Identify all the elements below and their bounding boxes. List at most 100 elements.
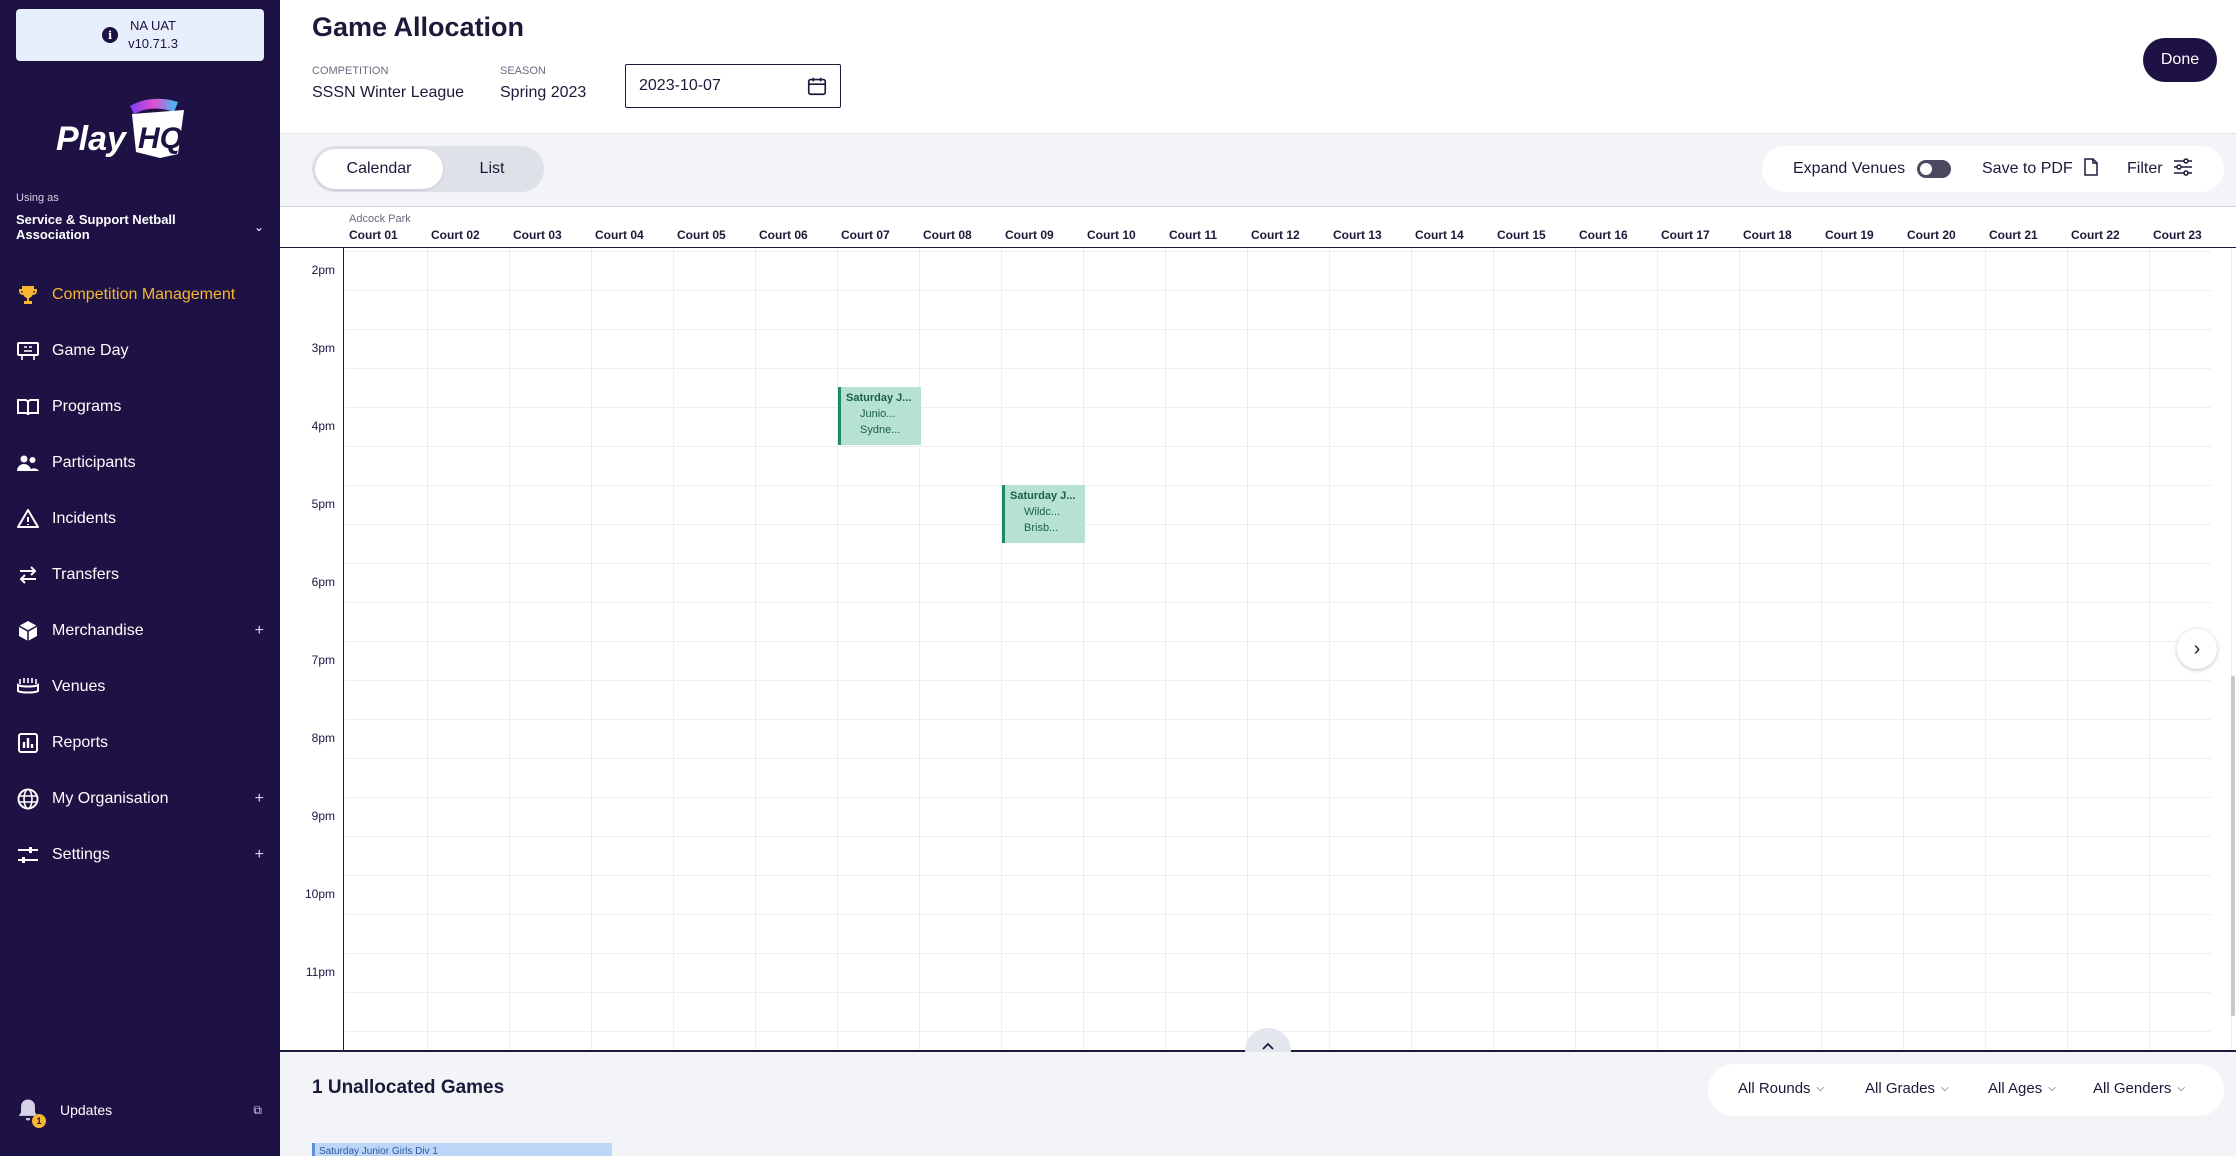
- expand-icon[interactable]: +: [255, 846, 264, 864]
- court-column-header: Court 10: [1087, 228, 1136, 242]
- court-column-header: Court 01: [349, 228, 398, 242]
- grid-column-line: [1985, 248, 1986, 1051]
- sidebar-item-competition-management[interactable]: Competition Management: [0, 275, 280, 315]
- calendar-icon[interactable]: [806, 75, 828, 97]
- save-to-pdf-button[interactable]: Save to PDF: [1982, 157, 2099, 181]
- ages-filter[interactable]: All Ages ⌵: [1988, 1080, 2056, 1097]
- game-event-team: Wildc...: [1024, 504, 1081, 520]
- season-value: Spring 2023: [500, 84, 587, 101]
- environment-badge: i NA UAT v10.71.3: [16, 9, 264, 61]
- sidebar-item-transfers[interactable]: Transfers: [0, 555, 280, 595]
- sidebar-item-venues[interactable]: Venues: [0, 667, 280, 707]
- svg-text:HQ: HQ: [138, 122, 183, 155]
- done-button[interactable]: Done: [2143, 38, 2217, 82]
- scoreboard-icon: [13, 339, 43, 363]
- expand-icon[interactable]: +: [255, 790, 264, 808]
- court-column-header: Court 05: [677, 228, 726, 242]
- sidebar-item-game-day[interactable]: Game Day: [0, 331, 280, 371]
- chevron-down-icon: ⌵: [2177, 1083, 2185, 1094]
- tab-calendar[interactable]: Calendar: [315, 149, 443, 189]
- expand-venues-toggle[interactable]: Expand Venues: [1793, 160, 1952, 178]
- info-icon: i: [102, 27, 119, 43]
- grid-column-line: [509, 248, 510, 1051]
- sidebar-item-my-organisation[interactable]: My Organisation +: [0, 779, 280, 819]
- sidebar-item-merchandise[interactable]: Merchandise +: [0, 611, 280, 651]
- grid-column-line: [591, 248, 592, 1051]
- filter-label: Filter: [2127, 160, 2163, 177]
- competition-value: SSSN Winter League: [312, 84, 465, 101]
- grid-column-line: [1411, 248, 1412, 1051]
- grades-filter[interactable]: All Grades ⌵: [1865, 1080, 1949, 1097]
- date-picker-input[interactable]: 2023-10-07: [625, 64, 841, 108]
- sidebar-item-label: Settings: [52, 846, 110, 863]
- grid-column-line: [1903, 248, 1904, 1051]
- scrollbar[interactable]: [2231, 676, 2235, 1016]
- grid-row-line: [345, 641, 2211, 642]
- time-slot-label: 7pm: [311, 653, 335, 667]
- updates-link[interactable]: 1 Updates ⧉: [0, 1090, 280, 1130]
- court-column-header: Court 08: [923, 228, 972, 242]
- next-courts-arrow[interactable]: ›: [2177, 629, 2217, 669]
- rounds-filter[interactable]: All Rounds ⌵: [1738, 1080, 1824, 1097]
- grid-row-line: [345, 524, 2211, 525]
- grid-row-line: [345, 875, 2211, 876]
- court-column-header: Court 23: [2153, 228, 2202, 242]
- court-column-header: Court 16: [1579, 228, 1628, 242]
- grid-row-line: [345, 758, 2211, 759]
- time-slot-label: 5pm: [311, 497, 335, 511]
- grid-row-line: [345, 914, 2211, 915]
- court-column-header: Court 15: [1497, 228, 1546, 242]
- court-column-header: Court 11: [1169, 228, 1218, 242]
- external-link-icon: ⧉: [253, 1102, 262, 1117]
- page-title: Game Allocation: [312, 12, 525, 42]
- tab-list[interactable]: List: [443, 149, 541, 189]
- sidebar-item-programs[interactable]: Programs: [0, 387, 280, 427]
- grid-column-line: [919, 248, 920, 1051]
- sidebar-item-participants[interactable]: Participants: [0, 443, 280, 483]
- court-column-header: Court 18: [1743, 228, 1792, 242]
- court-column-header: Court 17: [1661, 228, 1710, 242]
- playhq-logo[interactable]: Play HQ: [54, 92, 204, 162]
- venue-name: Adcock Park: [349, 213, 411, 225]
- sidebar-item-label: Merchandise: [52, 622, 144, 639]
- filter-button[interactable]: Filter: [2127, 157, 2193, 181]
- court-header-row: Adcock Park Court 01 Court 02 Court 03 Cour…: [280, 206, 2236, 248]
- genders-filter[interactable]: All Genders ⌵: [2093, 1080, 2185, 1097]
- grid-column-line: [673, 248, 674, 1051]
- globe-icon: [13, 787, 43, 811]
- court-column-header: Court 21: [1989, 228, 2038, 242]
- sidebar-item-reports[interactable]: Reports: [0, 723, 280, 763]
- unallocated-game-card[interactable]: Saturday Junior Girls Div 1: [312, 1143, 612, 1156]
- grid-row-line: [345, 836, 2211, 837]
- chevron-down-icon: ⌵: [2048, 1083, 2056, 1094]
- unallocated-title: 1 Unallocated Games: [312, 1077, 505, 1098]
- sidebar-item-settings[interactable]: Settings +: [0, 835, 280, 875]
- grid-row-line: [345, 992, 2211, 993]
- game-event-title: Saturday J...: [1010, 489, 1076, 502]
- organisation-name[interactable]: Service & Support Netball Association: [16, 212, 226, 242]
- environment-version: v10.71.3: [128, 36, 178, 51]
- grid-column-line: [2067, 248, 2068, 1051]
- sidebar-item-incidents[interactable]: Incidents: [0, 499, 280, 539]
- calendar-grid: Adcock Park Court 01 Court 02 Court 03 Cour…: [280, 206, 2236, 1051]
- court-column-header: Court 12: [1251, 228, 1300, 242]
- grid-row-line: [345, 329, 2211, 330]
- chevron-down-icon[interactable]: ⌄: [254, 220, 264, 234]
- box-icon: [13, 619, 43, 643]
- game-event[interactable]: Saturday J... Wildc...Brisb...: [1002, 484, 1085, 543]
- sidebar-item-label: Incidents: [52, 510, 117, 527]
- game-event[interactable]: Saturday J... Junio...Sydne...: [838, 387, 921, 445]
- expand-venues-label: Expand Venues: [1793, 160, 1906, 177]
- grid-column-line: [427, 248, 428, 1051]
- grid-column-line: [1493, 248, 1494, 1051]
- grid-column-line: [1821, 248, 1822, 1051]
- expand-icon[interactable]: +: [255, 622, 264, 640]
- court-column-header: Court 06: [759, 228, 808, 242]
- warning-icon: [13, 507, 43, 531]
- book-icon: [13, 395, 43, 419]
- trophy-icon: [13, 283, 43, 307]
- sidebar-item-label: My Organisation: [52, 790, 169, 807]
- toggle-switch[interactable]: [1917, 160, 1952, 178]
- grid-row-line: [345, 446, 2211, 447]
- updates-badge: 1: [32, 1114, 46, 1128]
